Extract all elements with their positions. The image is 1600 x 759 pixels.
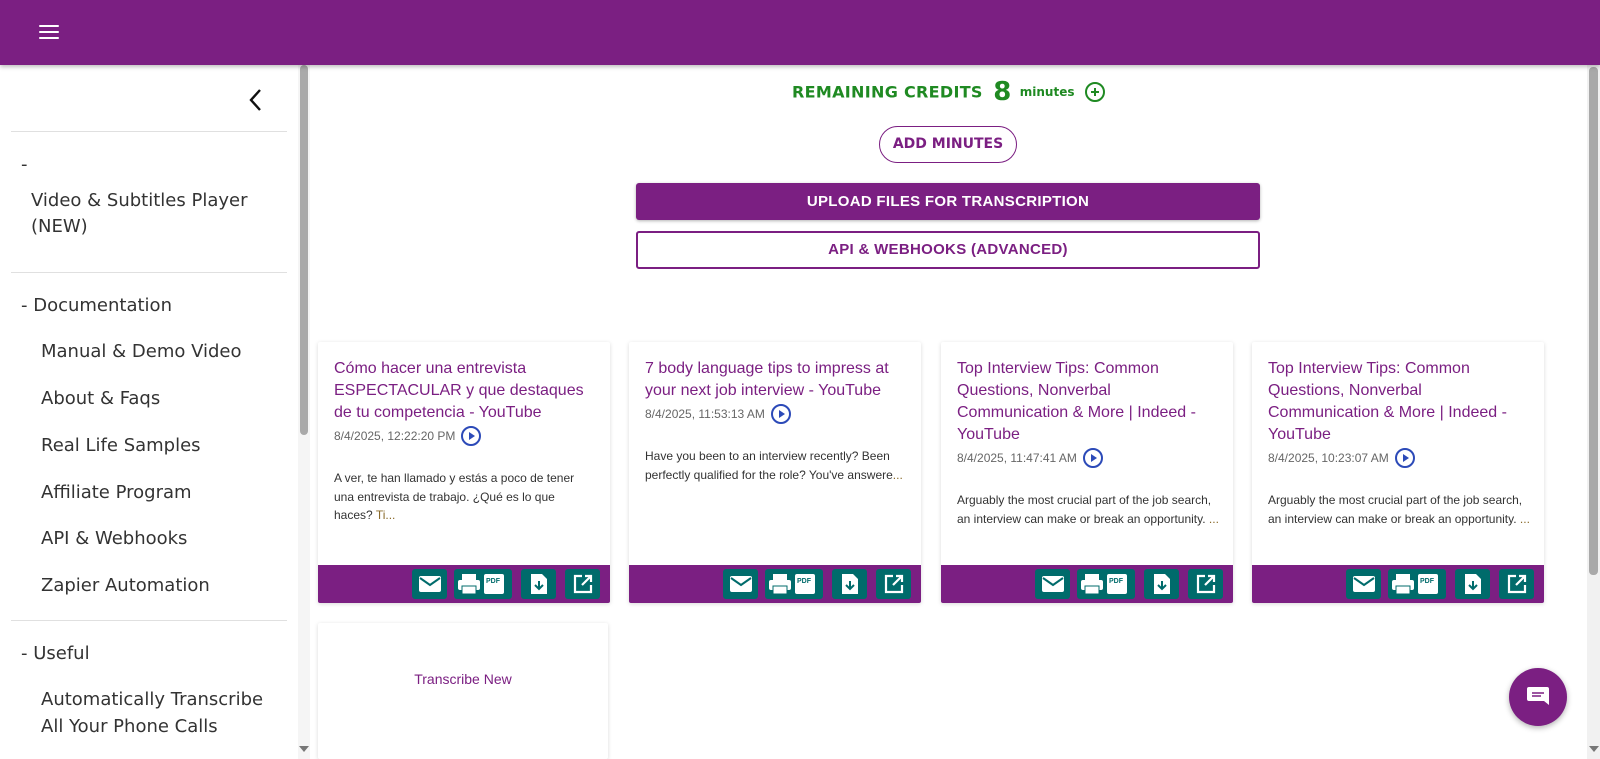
card-title[interactable]: Top Interview Tips: Common Questions, No… (957, 358, 1219, 446)
card-date: 8/4/2025, 10:23:07 AM (1268, 448, 1415, 468)
main-scrollbar-thumb[interactable] (1589, 67, 1598, 575)
open-external-icon[interactable] (1499, 569, 1534, 599)
chat-bubble-icon[interactable] (1509, 668, 1567, 726)
print-pdf-icon[interactable]: PDF (1077, 569, 1135, 599)
print-pdf-icon[interactable]: PDF (765, 569, 823, 599)
card-actions: PDF (941, 565, 1233, 603)
credits-label: REMAINING CREDITS (792, 82, 983, 102)
open-external-icon[interactable] (876, 569, 911, 599)
sidebar: - Video & Subtitles Player (NEW) - Docum… (0, 65, 310, 759)
card-description-text: A ver, te han llamado y estás a poco de … (334, 471, 575, 522)
card-description-more[interactable]: ... (1209, 512, 1219, 526)
email-icon[interactable] (412, 569, 447, 599)
card-date: 8/4/2025, 11:47:41 AM (957, 448, 1103, 468)
download-icon[interactable] (1455, 569, 1490, 599)
sidebar-item-about[interactable]: About & Faqs (41, 388, 160, 409)
top-app-bar (0, 0, 1600, 65)
card-description-more[interactable]: ... (893, 468, 903, 482)
card-description: Arguably the most crucial part of the jo… (957, 491, 1219, 528)
sidebar-item-video-player[interactable]: Video & Subtitles Player (31, 190, 247, 211)
sidebar-item-zapier[interactable]: Zapier Automation (41, 575, 210, 596)
email-icon[interactable] (1346, 569, 1381, 599)
card-title[interactable]: 7 body language tips to impress at your … (645, 358, 907, 402)
email-icon[interactable] (1035, 569, 1070, 599)
credits-unit: minutes (1019, 85, 1075, 99)
add-minutes-button[interactable]: ADD MINUTES (879, 126, 1017, 163)
scroll-down-arrow-icon[interactable] (299, 746, 309, 752)
sidebar-section-header: - (21, 154, 28, 175)
print-pdf-icon[interactable]: PDF (454, 569, 512, 599)
plus-circle-icon[interactable] (1084, 82, 1105, 102)
sidebar-divider (11, 131, 287, 132)
card-description-text: Have you been to an interview recently? … (645, 449, 893, 482)
sidebar-section-useful: - Useful (21, 643, 90, 664)
sidebar-scrollbar-thumb[interactable] (300, 65, 308, 435)
transcription-card: Cómo hacer una entrevista ESPECTACULAR y… (318, 342, 610, 603)
card-title[interactable]: Cómo hacer una entrevista ESPECTACULAR y… (334, 358, 596, 424)
upload-files-button[interactable]: UPLOAD FILES FOR TRANSCRIPTION (636, 183, 1260, 220)
play-icon[interactable] (770, 404, 791, 424)
transcription-card: Top Interview Tips: Common Questions, No… (941, 342, 1233, 603)
card-actions: PDF (629, 565, 921, 603)
sidebar-item-phone-calls-2[interactable]: All Your Phone Calls (41, 716, 218, 737)
open-external-icon[interactable] (1188, 569, 1223, 599)
transcribe-new-card[interactable]: Transcribe New (318, 623, 608, 759)
download-icon[interactable] (832, 569, 867, 599)
sidebar-section-documentation: - Documentation (21, 295, 172, 316)
card-description-text: Arguably the most crucial part of the jo… (957, 493, 1212, 526)
svg-text:PDF: PDF (797, 578, 812, 585)
card-date-text: 8/4/2025, 10:23:07 AM (1268, 451, 1389, 465)
play-icon[interactable] (1394, 448, 1415, 468)
card-date-text: 8/4/2025, 12:22:20 PM (334, 429, 456, 443)
sidebar-divider (11, 272, 287, 273)
card-date-text: 8/4/2025, 11:47:41 AM (957, 451, 1077, 465)
download-icon[interactable] (521, 569, 556, 599)
card-date: 8/4/2025, 11:53:13 AM (645, 404, 791, 424)
download-icon[interactable] (1144, 569, 1179, 599)
sidebar-item-phone-calls[interactable]: Automatically Transcribe (41, 689, 263, 710)
open-external-icon[interactable] (565, 569, 600, 599)
card-date: 8/4/2025, 12:22:20 PM (334, 426, 482, 446)
sidebar-item-samples[interactable]: Real Life Samples (41, 435, 201, 456)
remaining-credits: REMAINING CREDITS 8 minutes (310, 77, 1587, 107)
play-icon[interactable] (461, 426, 482, 446)
card-actions: PDF (318, 565, 610, 603)
credits-value: 8 (993, 77, 1012, 107)
sidebar-divider (11, 620, 287, 621)
transcription-card: Top Interview Tips: Common Questions, No… (1252, 342, 1544, 603)
play-icon[interactable] (1082, 448, 1103, 468)
card-description-text: Arguably the most crucial part of the jo… (1268, 493, 1523, 526)
svg-text:PDF: PDF (486, 578, 501, 585)
card-description-more[interactable]: Ti... (376, 508, 396, 522)
sidebar-item-manual[interactable]: Manual & Demo Video (41, 341, 242, 362)
sidebar-item-video-player-new[interactable]: (NEW) (31, 216, 88, 237)
sidebar-item-affiliate[interactable]: Affiliate Program (41, 482, 192, 503)
card-actions: PDF (1252, 565, 1544, 603)
chevron-left-icon[interactable] (244, 87, 268, 113)
svg-text:PDF: PDF (1109, 578, 1124, 585)
card-description-more[interactable]: ... (1520, 512, 1530, 526)
sidebar-item-api[interactable]: API & Webhooks (41, 528, 187, 549)
print-pdf-icon[interactable]: PDF (1388, 569, 1446, 599)
hamburger-menu-icon[interactable] (37, 21, 61, 43)
transcribe-new-label: Transcribe New (414, 671, 512, 687)
transcription-card: 7 body language tips to impress at your … (629, 342, 921, 603)
main-content: REMAINING CREDITS 8 minutes ADD MINUTES … (310, 65, 1600, 759)
scroll-down-arrow-icon[interactable] (1589, 746, 1599, 752)
card-description: Have you been to an interview recently? … (645, 447, 907, 484)
card-description: Arguably the most crucial part of the jo… (1268, 491, 1530, 528)
card-title[interactable]: Top Interview Tips: Common Questions, No… (1268, 358, 1530, 446)
card-description: A ver, te han llamado y estás a poco de … (334, 469, 596, 525)
api-webhooks-button[interactable]: API & WEBHOOKS (ADVANCED) (636, 231, 1260, 269)
card-date-text: 8/4/2025, 11:53:13 AM (645, 407, 765, 421)
email-icon[interactable] (723, 569, 758, 599)
svg-text:PDF: PDF (1420, 578, 1435, 585)
